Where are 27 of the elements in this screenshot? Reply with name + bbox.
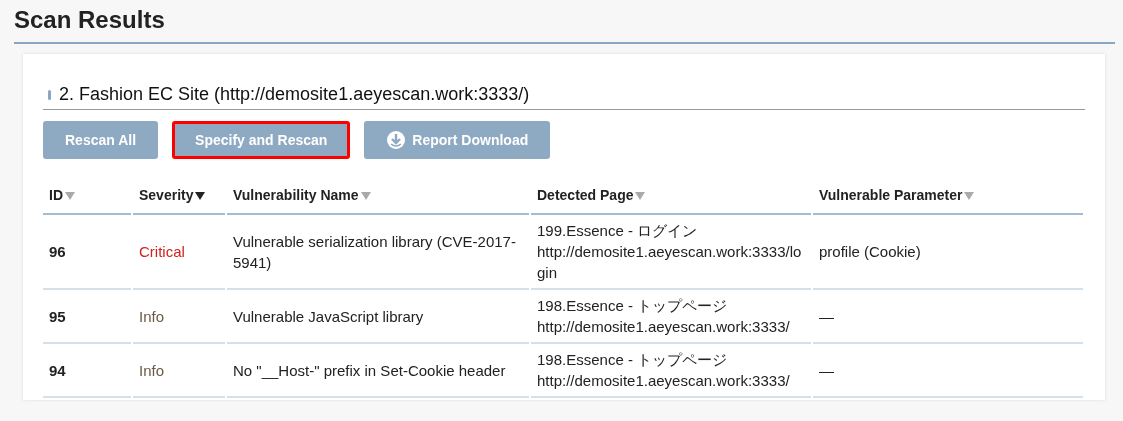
table-cell: profile (Cookie) <box>813 215 1083 290</box>
severity-label: Info <box>133 290 225 344</box>
severity-label: Critical <box>133 215 225 290</box>
table-cell: 95 <box>43 290 131 344</box>
column-header[interactable]: Severity <box>133 179 225 215</box>
table-cell: — <box>813 344 1083 398</box>
page-url: http://demosite1.aeyescan.work:3333/ <box>537 371 791 391</box>
section-title: 2. Fashion EC Site (http://demosite1.aeyescan.work:3333/) <box>59 84 530 105</box>
download-icon <box>386 130 407 150</box>
table-cell: 94 <box>43 344 131 398</box>
page-url: http://demosite1.aeyescan.work:3333/login <box>537 242 803 283</box>
section-marker-icon <box>48 89 51 100</box>
column-header[interactable]: Vulnerability Name <box>227 179 529 215</box>
severity-label: Info <box>133 344 225 398</box>
table-cell: Vulnerable JavaScript library <box>227 290 529 344</box>
table-cell: 96 <box>43 215 131 290</box>
table-cell: Vulnerable serialization library (CVE-2017-5941) <box>227 215 529 290</box>
table-cell: No "__Host-" prefix in Set-Cookie header <box>227 344 529 398</box>
page-title-text: 198.Essence - トップページ <box>537 350 729 370</box>
column-header[interactable]: Vulnerable Parameter <box>813 179 1083 215</box>
column-header[interactable]: ID <box>43 179 131 215</box>
page-url: http://demosite1.aeyescan.work:3333/ <box>537 317 791 337</box>
page-title-text: 198.Essence - トップページ <box>537 296 729 316</box>
column-header[interactable]: Detected Page <box>531 179 811 215</box>
page-title: Scan Results <box>14 6 1115 44</box>
page-title-text: 199.Essence - ログイン <box>537 221 699 241</box>
table-cell: — <box>813 290 1083 344</box>
